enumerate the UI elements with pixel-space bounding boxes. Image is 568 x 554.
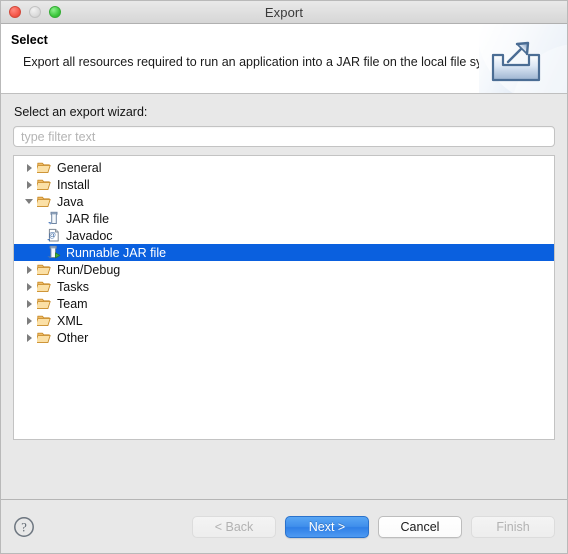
tree-item-label: Run/Debug <box>57 262 121 277</box>
dialog-footer: ? < Back Next > Cancel Finish <box>1 499 567 553</box>
runnable-jar-icon-slot <box>45 245 63 260</box>
folder-icon <box>37 332 51 343</box>
close-button[interactable] <box>9 6 21 18</box>
tree-item-xml[interactable]: XML <box>14 312 554 329</box>
tree-item-run-debug[interactable]: Run/Debug <box>14 261 554 278</box>
folder-icon <box>37 162 51 173</box>
tree-item-runnable-jar-file[interactable]: Runnable JAR file <box>14 244 554 261</box>
chevron-right-icon[interactable] <box>22 282 36 291</box>
folder-icon <box>37 298 51 309</box>
folder-icon <box>37 196 51 207</box>
cancel-button[interactable]: Cancel <box>378 515 462 538</box>
chevron-right-icon[interactable] <box>22 316 36 325</box>
folder-icon-slot <box>36 331 54 345</box>
tree-item-general[interactable]: General <box>14 159 554 176</box>
folder-icon <box>37 264 51 275</box>
export-tray-arrow-icon <box>491 41 541 82</box>
export-wizard-tree[interactable]: General Install Java JAR file @ Javadoc Runnab… <box>13 155 555 440</box>
chevron-right-icon[interactable] <box>22 333 36 342</box>
folder-icon <box>37 281 51 292</box>
tree-item-label: Tasks <box>57 279 89 294</box>
chevron-right-icon[interactable] <box>22 265 36 274</box>
tree-item-team[interactable]: Team <box>14 295 554 312</box>
folder-icon-slot <box>36 297 54 311</box>
export-dialog-window: Export Select Export all resources requi… <box>0 0 568 554</box>
folder-icon <box>37 315 51 326</box>
title-bar: Export <box>1 1 567 24</box>
tree-item-label: Runnable JAR file <box>66 245 167 260</box>
javadoc-icon: @ <box>47 228 59 242</box>
tree-item-install[interactable]: Install <box>14 176 554 193</box>
tree-item-other[interactable]: Other <box>14 329 554 346</box>
page-title: Select <box>11 33 48 47</box>
page-description: Export all resources required to run an … <box>23 55 513 69</box>
next-button[interactable]: Next > <box>285 515 369 538</box>
folder-icon-slot <box>36 280 54 294</box>
window-controls <box>9 1 61 23</box>
tree-item-tasks[interactable]: Tasks <box>14 278 554 295</box>
help-question-icon[interactable]: ? <box>13 516 35 538</box>
chevron-right-icon[interactable] <box>22 299 36 308</box>
tree-item-label: General <box>57 160 102 175</box>
chevron-right-icon[interactable] <box>22 163 36 172</box>
footer-buttons: < Back Next > Cancel Finish <box>192 515 555 538</box>
header-banner <box>479 24 567 93</box>
tree-item-jar-file[interactable]: JAR file <box>14 210 554 227</box>
tree-item-label: Javadoc <box>66 228 113 243</box>
tree-item-label: JAR file <box>66 211 110 226</box>
minimize-button[interactable] <box>29 6 41 18</box>
folder-icon-slot <box>36 161 54 175</box>
svg-text:?: ? <box>21 520 27 534</box>
svg-text:@: @ <box>48 231 56 240</box>
jar-file-icon <box>48 211 58 225</box>
dialog-body: Select an export wizard: type filter tex… <box>1 94 567 499</box>
tree-item-javadoc[interactable]: @ Javadoc <box>14 227 554 244</box>
zoom-button[interactable] <box>49 6 61 18</box>
chevron-down-icon[interactable] <box>22 199 36 204</box>
tree-item-label: XML <box>57 313 83 328</box>
chevron-right-icon[interactable] <box>22 180 36 189</box>
back-button: < Back <box>192 515 276 538</box>
tree-item-label: Other <box>57 330 89 345</box>
window-title: Export <box>264 4 304 20</box>
finish-button: Finish <box>471 515 555 538</box>
tree-item-label: Install <box>57 177 90 192</box>
tree-item-label: Team <box>57 296 88 311</box>
runnable-jar-icon <box>47 245 61 259</box>
jar-file-icon-slot <box>45 211 63 226</box>
folder-icon-slot <box>36 263 54 277</box>
wizard-header: Select Export all resources required to … <box>1 24 567 94</box>
javadoc-icon-slot: @ <box>45 228 63 243</box>
filter-placeholder: type filter text <box>21 129 96 144</box>
folder-icon-slot <box>36 314 54 328</box>
tree-item-label: Java <box>57 194 84 209</box>
folder-icon-slot <box>36 178 54 192</box>
tree-item-java[interactable]: Java <box>14 193 554 210</box>
folder-icon <box>37 179 51 190</box>
wizard-list-label: Select an export wizard: <box>14 105 148 119</box>
folder-icon-slot <box>36 195 54 209</box>
filter-input[interactable]: type filter text <box>13 126 555 147</box>
